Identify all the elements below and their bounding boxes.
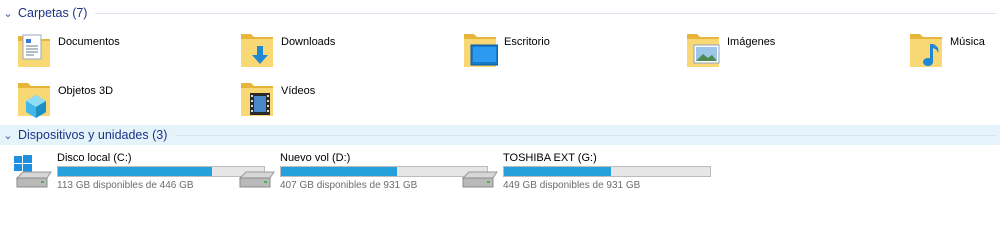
folder-documentos[interactable]: Documentos (16, 30, 231, 74)
drive-free-space: 449 GB disponibles de 931 GB (503, 180, 641, 191)
drive-d[interactable]: Nuevo vol (D:) 407 GB disponibles de 931… (236, 152, 488, 196)
folder-musica[interactable]: Música (908, 30, 1000, 74)
folder-label: Vídeos (281, 85, 316, 97)
folder-imagenes[interactable]: Imágenes (685, 30, 900, 74)
drive-name: Disco local (C:) (57, 152, 132, 164)
folder-escritorio[interactable]: Escritorio (462, 30, 677, 74)
folder-label: Escritorio (504, 36, 550, 48)
windows-drive-icon (14, 155, 52, 188)
devices-group-title: Dispositivos y unidades (3) (18, 128, 168, 142)
3d-objects-folder-icon (18, 83, 50, 118)
drive-g[interactable]: TOSHIBA EXT (G:) 449 GB disponibles de 9… (459, 152, 711, 196)
drive-c[interactable]: Disco local (C:) 113 GB disponibles de 4… (13, 152, 265, 196)
usage-bar (57, 166, 265, 177)
documents-folder-icon (18, 34, 50, 67)
group-divider (95, 12, 996, 14)
hard-drive-icon (238, 171, 275, 188)
music-folder-icon (910, 34, 942, 67)
usage-bar (280, 166, 488, 177)
desktop-folder-icon (464, 34, 498, 67)
drive-free-space: 113 GB disponibles de 446 GB (57, 180, 194, 191)
usage-bar (503, 166, 711, 177)
collapse-chevron-icon[interactable]: ⌄ (0, 7, 16, 20)
folder-label: Imágenes (727, 36, 776, 48)
folders-group-title: Carpetas (7) (18, 6, 88, 20)
drive-name: TOSHIBA EXT (G:) (503, 152, 597, 164)
folder-label: Objetos 3D (58, 85, 114, 97)
usage-bar-fill (281, 167, 397, 176)
folder-videos[interactable]: Vídeos (239, 79, 454, 123)
pictures-folder-icon (687, 34, 720, 67)
drive-free-space: 407 GB disponibles de 931 GB (280, 180, 418, 191)
usage-bar-fill (504, 167, 611, 176)
folders-group-header[interactable]: ⌄ Carpetas (7) (0, 3, 1000, 23)
folder-objetos-3d[interactable]: Objetos 3D (16, 79, 231, 123)
videos-folder-icon (241, 83, 273, 116)
folder-label: Downloads (281, 36, 336, 48)
hard-drive-icon (461, 171, 498, 188)
folder-label: Música (950, 36, 985, 48)
group-divider (175, 134, 996, 136)
folder-downloads[interactable]: Downloads (239, 30, 454, 74)
downloads-folder-icon (241, 34, 273, 67)
devices-group-header[interactable]: ⌄ Dispositivos y unidades (3) (0, 125, 1000, 145)
collapse-chevron-icon[interactable]: ⌄ (0, 129, 16, 142)
usage-bar-fill (58, 167, 212, 176)
drive-name: Nuevo vol (D:) (280, 152, 351, 164)
folder-label: Documentos (58, 36, 120, 48)
